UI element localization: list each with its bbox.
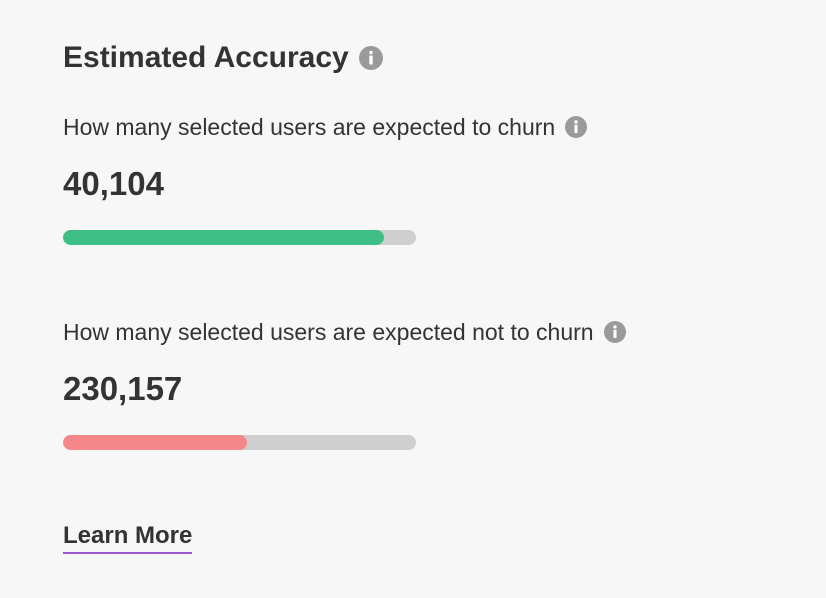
estimated-accuracy-card: Estimated Accuracy How many selected use…	[63, 38, 783, 554]
metric-not-churn: How many selected users are expected not…	[63, 315, 626, 450]
info-icon[interactable]	[358, 46, 383, 70]
metric-not-churn-label-row: How many selected users are expected not…	[63, 315, 626, 349]
page-title: Estimated Accuracy	[63, 41, 349, 74]
metric-churn: How many selected users are expected to …	[63, 110, 588, 245]
learn-more-link[interactable]: Learn More	[63, 522, 193, 554]
metric-label: How many selected users are expected not…	[63, 318, 594, 345]
title-row: Estimated Accuracy	[63, 38, 783, 78]
metric-churn-label-row: How many selected users are expected to …	[63, 110, 588, 144]
progress-bar-track	[63, 230, 416, 245]
progress-bar-fill	[63, 230, 385, 245]
footer: Learn More	[63, 522, 193, 554]
metric-label: How many selected users are expected to …	[63, 113, 556, 140]
progress-bar-track	[63, 435, 416, 450]
info-icon[interactable]	[603, 321, 626, 343]
progress-bar-fill	[63, 435, 247, 450]
info-icon[interactable]	[565, 116, 588, 138]
metric-value: 230,157	[63, 370, 183, 407]
metric-value: 40,104	[63, 165, 164, 202]
